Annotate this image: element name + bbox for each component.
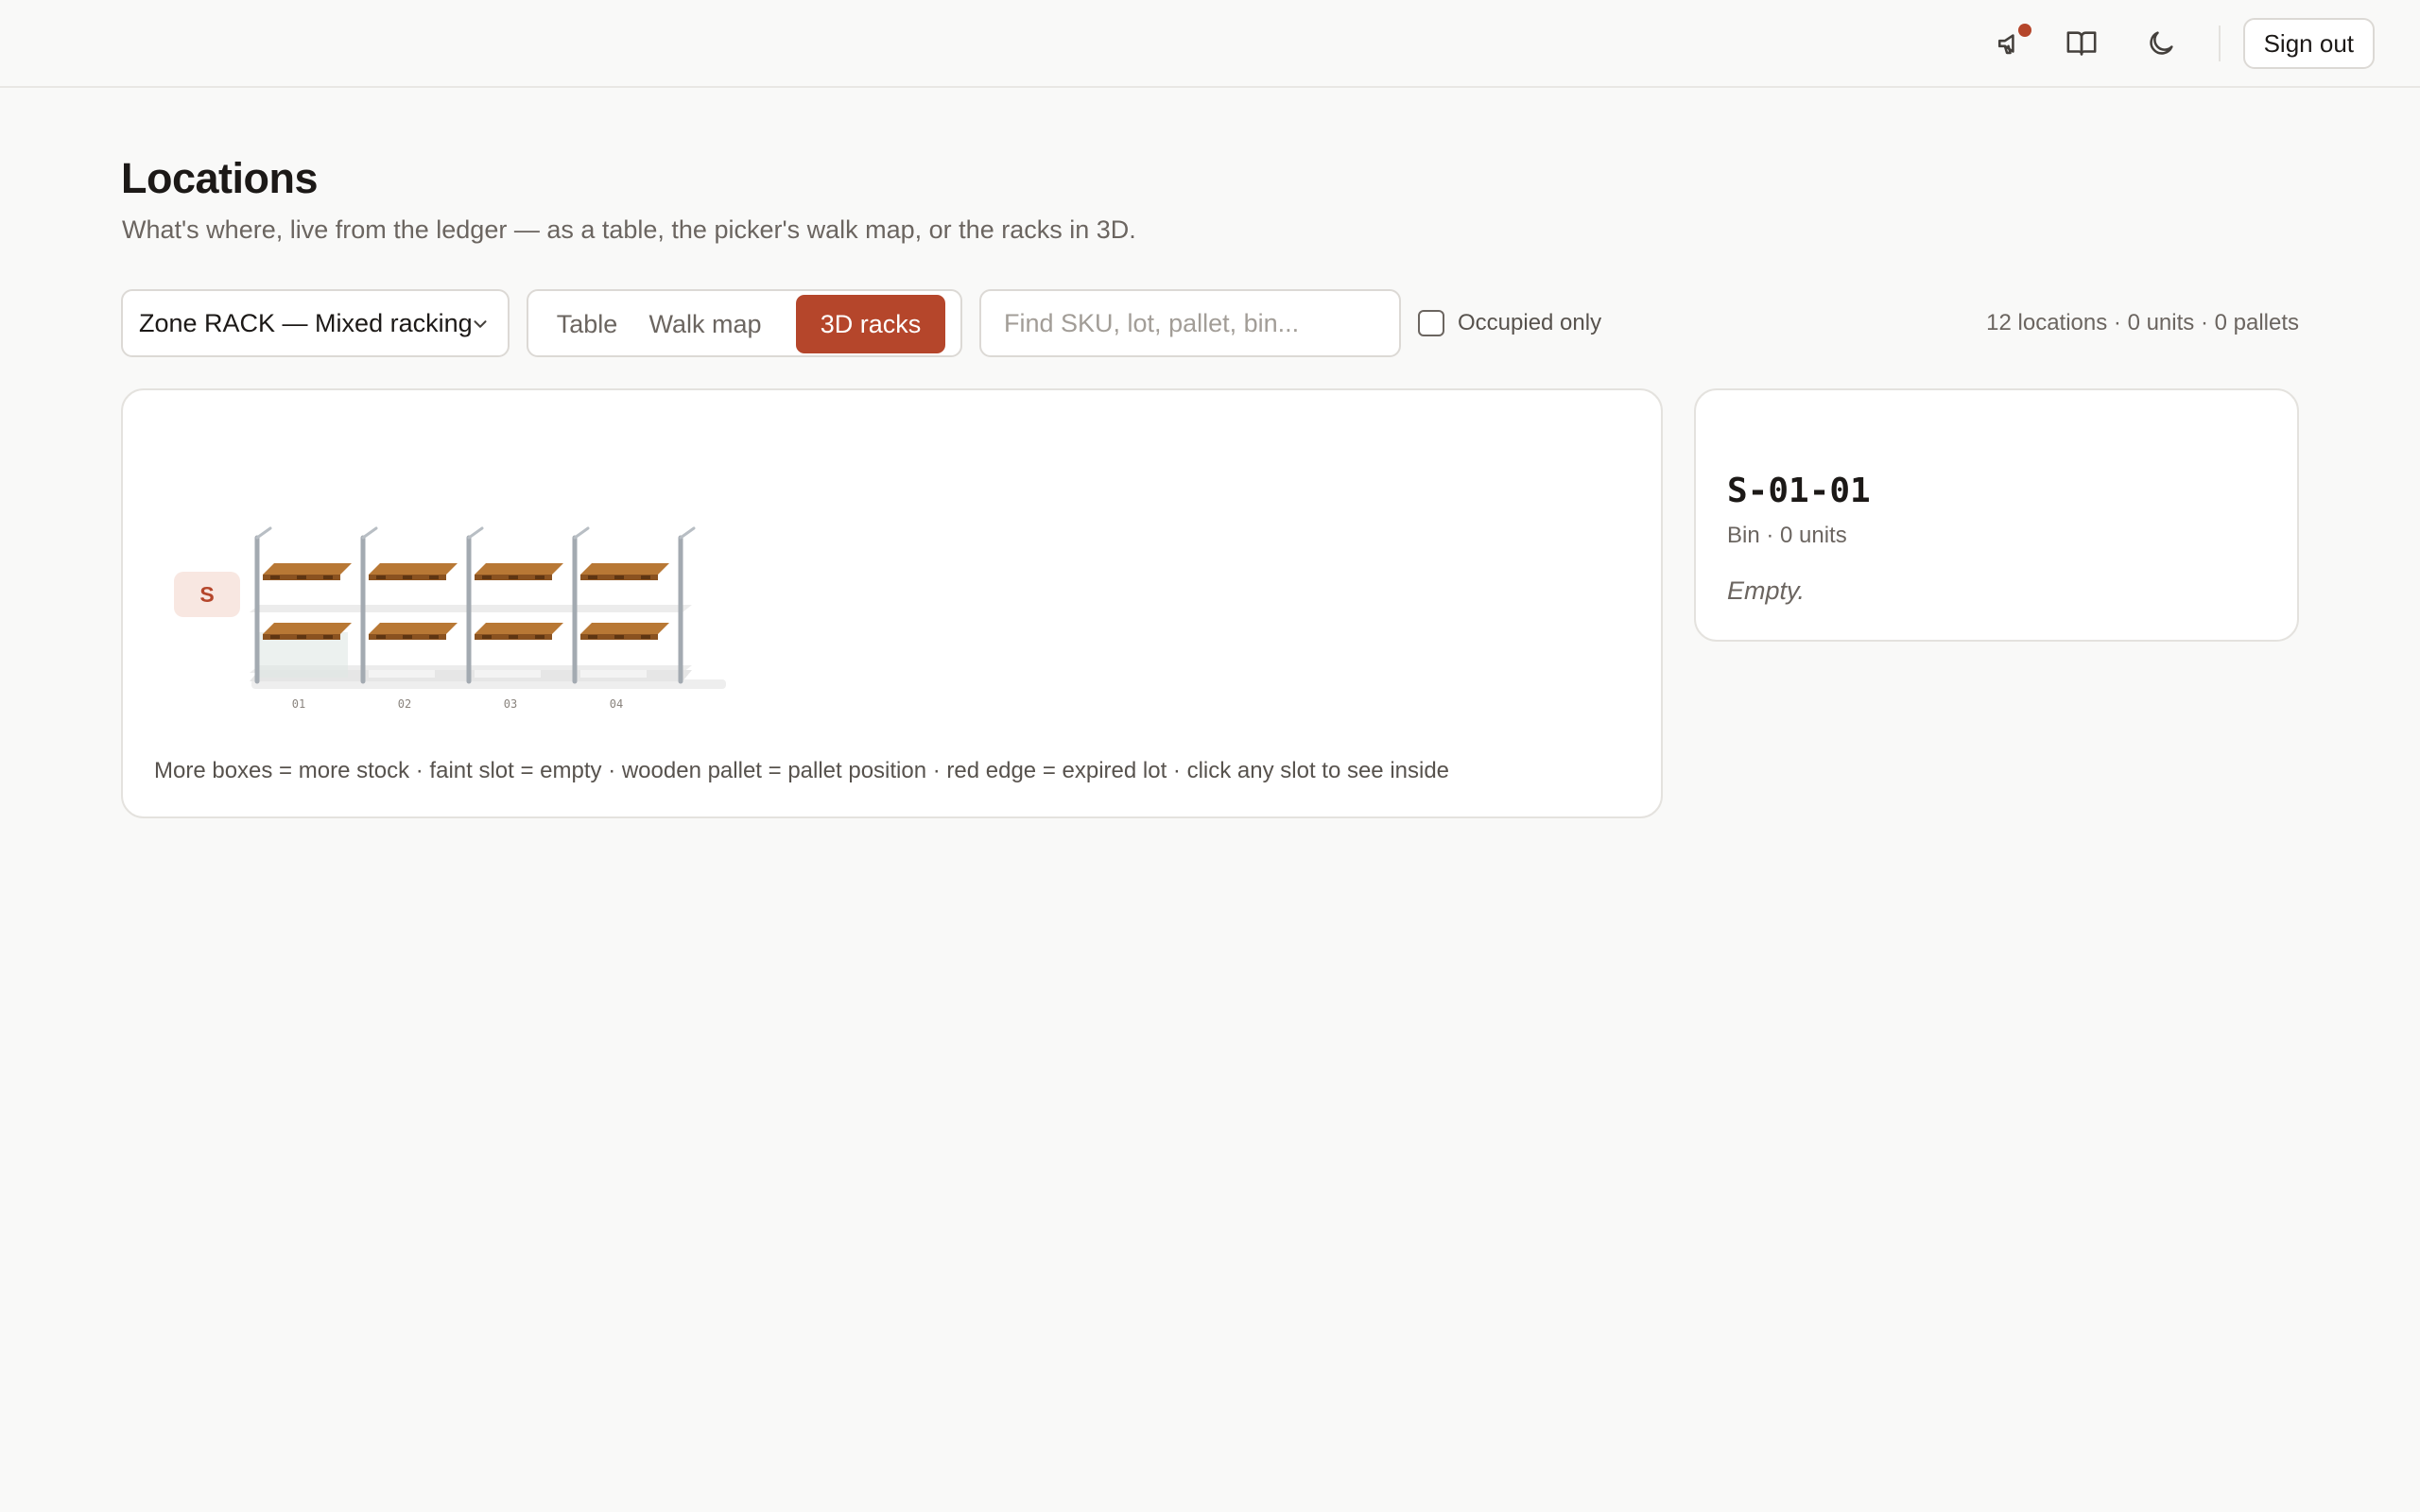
bay-label: 03 [504,697,517,711]
docs-button[interactable] [2052,17,2111,70]
tab-walk-map[interactable]: Walk map [644,295,767,353]
tab-table[interactable]: Table [540,295,634,353]
rack-legend: More boxes = more stock · faint slot = e… [154,758,1450,783]
bin-code: S-01-01 [1727,472,1871,510]
book-icon [2066,31,2097,56]
rack-slot-pallet[interactable] [475,563,563,580]
page-title: Locations [121,154,319,202]
occupied-only-label: Occupied only [1458,310,1602,335]
theme-toggle-button[interactable] [2132,17,2190,70]
occupied-only-toggle[interactable]: Occupied only [1418,289,1601,357]
bay-label: 02 [398,697,411,711]
bin-detail-card: S-01-01 Bin · 0 units Empty. [1694,388,2299,642]
rack-slot-pallet[interactable] [369,623,458,640]
view-switcher: Table Walk map 3D racks [527,289,962,357]
occupied-only-checkbox[interactable] [1418,310,1444,336]
rack-3d-card: S 01 02 03 04 More boxes = more stock · … [121,388,1663,818]
rack-slot-s-02-01[interactable] [369,670,435,678]
header-actions: Sign out [1971,17,2375,70]
header-divider [2218,26,2221,61]
rack-slot-pallet[interactable] [263,623,352,640]
bin-contents: Empty. [1727,576,1806,605]
bay-label: 01 [292,697,305,711]
announcements-button[interactable] [1982,17,2041,70]
zone-select[interactable]: Zone RACK — Mixed racking [121,289,510,357]
sign-out-button[interactable]: Sign out [2242,18,2375,69]
rack-slot-pallet[interactable] [263,563,352,580]
top-bar: Sign out [0,0,2420,88]
rack-slot-pallet[interactable] [580,563,669,580]
notification-dot [2017,24,2031,37]
tab-3d-racks[interactable]: 3D racks [796,295,945,353]
zone-select-value: Zone RACK — Mixed racking [139,308,473,337]
location-stats: 12 locations · 0 units · 0 pallets [1986,310,2299,335]
rack-slot-pallet[interactable] [369,563,458,580]
rack-slot-s-03-01[interactable] [475,670,541,678]
rack-upright-tops [255,526,696,540]
toolbar: Zone RACK — Mixed racking Table Walk map… [121,289,2299,357]
chevron-down-icon [474,320,487,328]
rack-slot-s-04-01[interactable] [580,670,647,678]
aisle-badge[interactable]: S [174,572,240,617]
search-input[interactable] [979,289,1401,357]
rack-3d-view[interactable]: 01 02 03 04 [246,511,737,729]
page-subtitle: What's where, live from the ledger — as … [122,215,1136,244]
moon-icon [2149,31,2173,55]
bin-meta: Bin · 0 units [1727,523,1847,548]
rack-slot-pallet[interactable] [475,623,563,640]
bay-label: 04 [610,697,623,711]
rack-slot-pallet[interactable] [580,623,669,640]
